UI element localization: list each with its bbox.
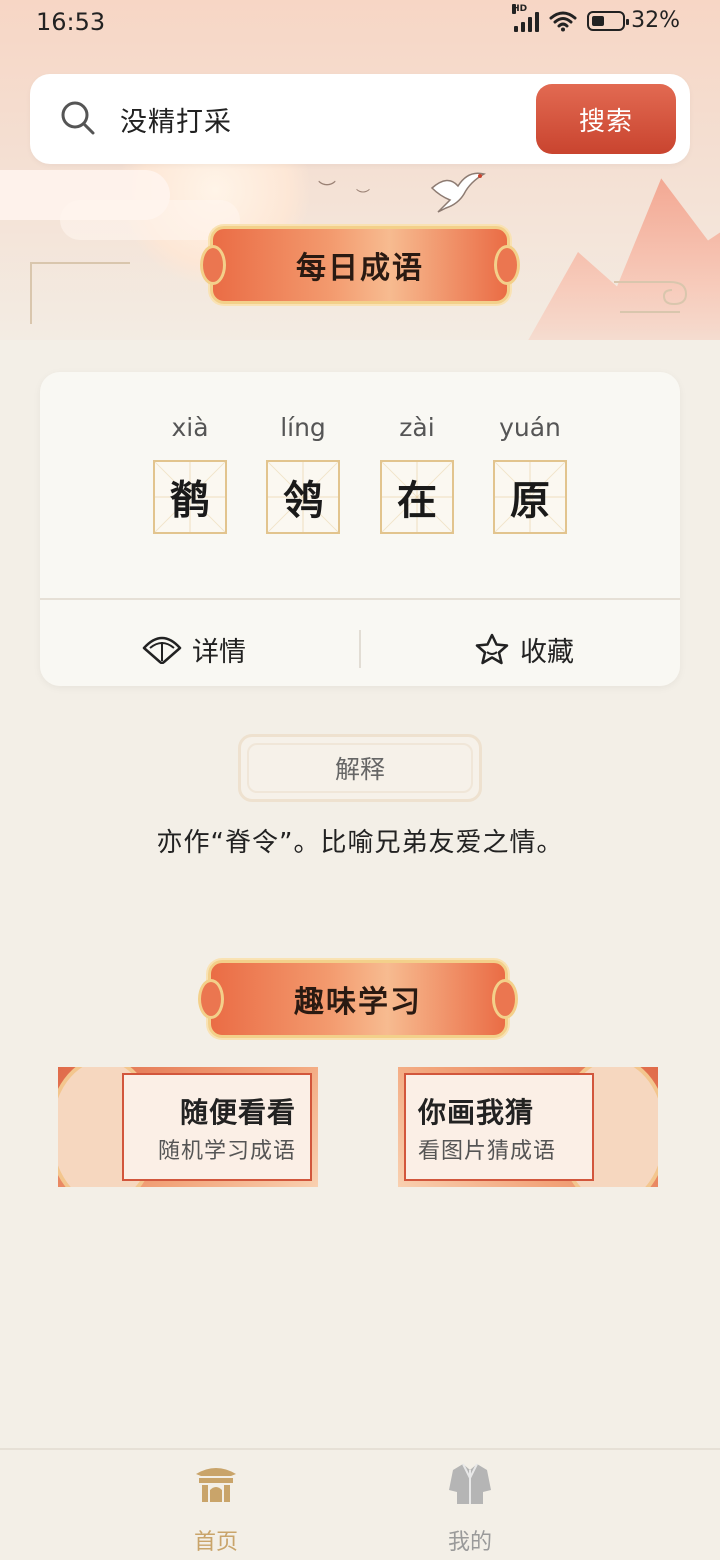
- explanation-text: 亦作“脊令”。比喻兄弟友爱之情。: [156, 828, 564, 858]
- wifi-icon: [549, 11, 577, 31]
- battery-indicator: 32%: [587, 8, 680, 33]
- nav-profile[interactable]: 我的: [410, 1460, 530, 1556]
- draw-guess-card[interactable]: 你画我猜 看图片猜成语: [398, 1067, 658, 1187]
- bird-icon: ︶: [356, 189, 370, 205]
- home-pavilion-icon: [196, 1468, 236, 1502]
- nav-home[interactable]: 首页: [156, 1460, 276, 1556]
- idiom-char-2: líng 鸰: [263, 408, 343, 534]
- bird-icon: ︶: [318, 180, 336, 201]
- character-label: 在: [397, 478, 437, 524]
- star-icon: [475, 633, 509, 665]
- status-icons: HD 32%: [512, 3, 680, 33]
- pinyin-label: xià: [171, 413, 209, 442]
- explanation-label: 解释: [334, 755, 385, 784]
- fun-learning-banner: 趣味学习: [198, 960, 518, 1038]
- character-label: 鹡: [170, 478, 210, 524]
- daily-idiom-title: 每日成语: [296, 251, 424, 286]
- corner-ornament: [30, 262, 130, 324]
- daily-idiom-banner: 每日成语: [200, 226, 520, 304]
- signal-icon: HD: [512, 3, 540, 32]
- favorite-label: 收藏: [520, 636, 574, 668]
- search-input[interactable]: [120, 96, 530, 142]
- character-label: 原: [510, 478, 550, 524]
- cloud-ornament-icon: [614, 281, 688, 313]
- status-bar: 16:53 HD 32%: [0, 0, 720, 46]
- status-time: 16:53: [36, 8, 106, 36]
- card-subtitle: 看图片猜成语: [418, 1139, 557, 1164]
- favorite-button[interactable]: 收藏: [474, 622, 574, 676]
- daily-idiom-card: xià 鹡 líng 鸰 zài 在 yuán 原 详情 收藏: [40, 372, 680, 686]
- character-box: 原: [493, 460, 567, 534]
- crane-icon: [430, 172, 486, 213]
- character-box: 鹡: [153, 460, 227, 534]
- character-label: 鸰: [283, 478, 323, 524]
- battery-percent: 32%: [631, 8, 680, 33]
- card-divider: [40, 598, 680, 600]
- details-button[interactable]: 详情: [142, 622, 246, 676]
- bottom-navigation: 首页 我的: [0, 1448, 720, 1560]
- details-label: 详情: [192, 636, 246, 668]
- character-box: 鸰: [266, 460, 340, 534]
- pinyin-label: zài: [399, 413, 435, 442]
- explanation-plate: 解释: [238, 734, 482, 802]
- character-box: 在: [380, 460, 454, 534]
- fun-learning-title: 趣味学习: [294, 985, 422, 1020]
- search-bar: 搜索: [30, 74, 690, 164]
- search-icon: [61, 101, 95, 135]
- signal-type-label: HD: [512, 3, 528, 14]
- card-subtitle: 随机学习成语: [157, 1139, 296, 1164]
- app-screen: ︶ ︶ 16:53 HD 32% 没精打采 搜索 每日成语 xià 鹡 líng…: [0, 0, 720, 1560]
- pinyin-label: yuán: [499, 413, 561, 442]
- nav-home-label: 首页: [193, 1530, 238, 1555]
- search-button[interactable]: 搜索: [536, 84, 676, 154]
- pinyin-label: líng: [280, 413, 326, 442]
- random-browse-card[interactable]: 随便看看 随机学习成语: [58, 1067, 318, 1187]
- fan-icon: [142, 636, 182, 664]
- card-title: 随便看看: [179, 1096, 296, 1129]
- nav-profile-label: 我的: [447, 1530, 492, 1555]
- idiom-char-4: yuán 原: [490, 408, 570, 534]
- idiom-char-1: xià 鹡: [150, 408, 230, 534]
- profile-robe-icon: [449, 1463, 491, 1504]
- action-divider: [359, 630, 361, 668]
- battery-icon: [587, 10, 630, 31]
- card-title: 你画我猜: [418, 1096, 535, 1129]
- idiom-char-3: zài 在: [377, 408, 457, 534]
